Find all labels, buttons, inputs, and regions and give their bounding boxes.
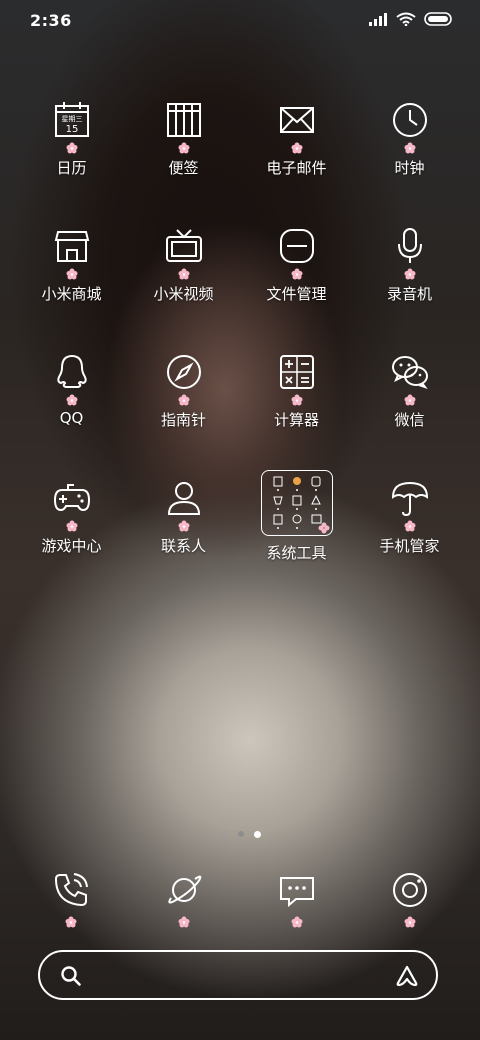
- search-bar[interactable]: [38, 950, 438, 1000]
- app-clock[interactable]: 时钟: [353, 100, 466, 200]
- app-label: 计算器: [273, 411, 319, 429]
- blossom-icon: [66, 520, 77, 532]
- status-bar: 2:36: [0, 0, 480, 40]
- app-notes[interactable]: 便签: [127, 100, 240, 200]
- blossom-icon: [178, 394, 189, 406]
- blossom-icon: [65, 916, 77, 928]
- app-contacts[interactable]: 联系人: [127, 478, 240, 578]
- search-icon[interactable]: [60, 965, 82, 987]
- blossom-icon: [404, 142, 415, 154]
- microphone-icon: [397, 228, 422, 263]
- tv-icon: [165, 229, 202, 262]
- app-label: 手机管家: [379, 537, 440, 555]
- calculator-icon: [279, 355, 314, 389]
- app-game-center[interactable]: 游戏中心: [15, 478, 128, 578]
- app-label: 时钟: [394, 159, 425, 177]
- gamepad-icon: [53, 484, 90, 512]
- signal-icon: [369, 13, 387, 26]
- app-recorder[interactable]: 录音机: [353, 226, 466, 326]
- blossom-icon: [291, 268, 302, 280]
- app-qq[interactable]: QQ: [15, 352, 128, 452]
- app-label: QQ: [59, 409, 84, 427]
- app-label: 小米视频: [153, 285, 214, 303]
- app-compass[interactable]: 指南针: [127, 352, 240, 452]
- contact-icon: [167, 482, 200, 515]
- page-indicator[interactable]: [0, 830, 480, 838]
- blossom-icon: [178, 916, 190, 928]
- battery-icon: [424, 12, 452, 26]
- blossom-icon: [404, 394, 415, 406]
- app-label: 游戏中心: [41, 537, 102, 555]
- app-label: 日历: [56, 159, 87, 177]
- clock-icon: [392, 103, 427, 137]
- messages-icon: [280, 877, 314, 908]
- dock: [0, 870, 480, 930]
- app-label: 便签: [168, 159, 199, 177]
- app-label: 小米商城: [41, 285, 102, 303]
- app-mail[interactable]: 电子邮件: [240, 100, 353, 200]
- blossom-icon: [178, 520, 189, 532]
- app-calculator[interactable]: 计算器: [240, 352, 353, 452]
- browser-planet-icon: [168, 875, 202, 904]
- store-icon: [54, 231, 89, 262]
- wechat-icon: [391, 356, 428, 389]
- compass-icon: [166, 355, 201, 389]
- page-dot-active: [253, 830, 261, 838]
- camera-icon: [393, 873, 427, 907]
- blossom-icon: [291, 142, 302, 154]
- app-label: 录音机: [386, 285, 432, 303]
- blossom-icon: [66, 142, 77, 154]
- app-file-manager[interactable]: 文件管理: [240, 226, 353, 326]
- blossom-icon: [66, 394, 77, 406]
- app-label: 系统工具: [266, 544, 327, 562]
- phone-icon: [54, 873, 88, 907]
- app-label: 联系人: [160, 537, 206, 555]
- dock-messages[interactable]: [277, 870, 317, 930]
- assistant-icon[interactable]: [394, 964, 420, 988]
- notes-icon: [166, 103, 201, 137]
- app-calendar[interactable]: 星期三 15 日历: [15, 100, 128, 200]
- blossom-icon: [178, 268, 189, 280]
- app-folder-system-tools[interactable]: 系统工具: [240, 470, 353, 578]
- blossom-icon: [178, 142, 189, 154]
- app-label: 文件管理: [266, 285, 327, 303]
- qq-penguin-icon: [56, 354, 87, 388]
- calendar-day: 15: [65, 124, 78, 135]
- app-label: 微信: [394, 411, 425, 429]
- calendar-icon: 星期三 15: [54, 102, 89, 137]
- blossom-icon: [291, 394, 302, 406]
- blossom-icon: [404, 268, 415, 280]
- blossom-icon: [404, 520, 415, 532]
- dock-browser[interactable]: [164, 870, 204, 930]
- app-label: 指南针: [160, 411, 206, 429]
- app-mi-store[interactable]: 小米商城: [15, 226, 128, 326]
- app-wechat[interactable]: 微信: [353, 352, 466, 452]
- calendar-weekday: 星期三: [61, 115, 82, 123]
- blossom-icon: [404, 916, 416, 928]
- mail-icon: [279, 107, 314, 133]
- folder-icon: [279, 229, 314, 263]
- dock-phone[interactable]: [51, 870, 91, 930]
- page-dot: [237, 831, 244, 837]
- folder-mini-icons: [272, 476, 329, 534]
- status-time: 2:36: [30, 11, 72, 30]
- app-folder-icon: [260, 470, 333, 536]
- app-security[interactable]: 手机管家: [353, 478, 466, 578]
- page-indicator-lines-icon: [220, 831, 227, 836]
- dock-camera[interactable]: [390, 870, 430, 930]
- blossom-icon: [291, 916, 303, 928]
- umbrella-icon: [391, 481, 428, 517]
- wifi-icon: [396, 12, 416, 26]
- app-mi-video[interactable]: 小米视频: [127, 226, 240, 326]
- app-label: 电子邮件: [266, 159, 327, 177]
- blossom-icon: [66, 268, 77, 280]
